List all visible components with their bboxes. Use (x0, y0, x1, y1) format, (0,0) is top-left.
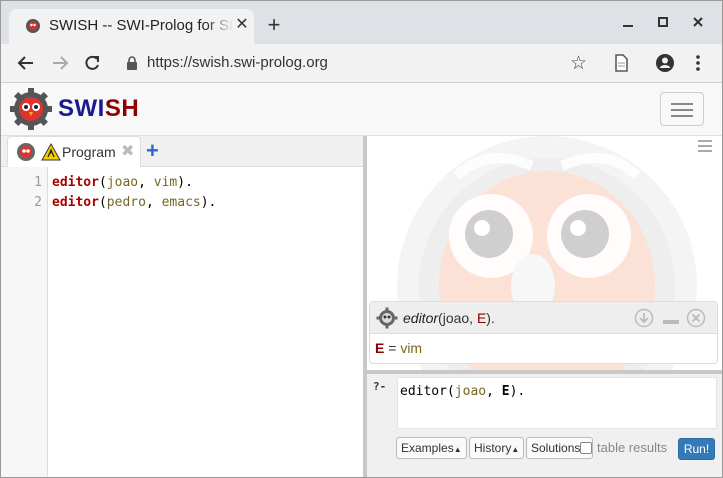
caret-up-icon: ▲ (511, 445, 520, 454)
editor-tabbar: Program ✖ + (1, 136, 363, 167)
brand-swi: SWI (58, 95, 105, 122)
answer-header: editor(joao, E). (370, 302, 717, 334)
query-editor[interactable]: editor(joao, E). (397, 377, 717, 429)
swish-logo-icon[interactable] (9, 87, 53, 131)
brand-sh: SH (104, 95, 140, 122)
code-punct: , (145, 195, 162, 210)
query-atom: joao (454, 384, 487, 399)
forward-arrow-icon[interactable] (49, 52, 71, 74)
code-punct: , (138, 175, 154, 190)
account-icon[interactable] (654, 52, 676, 74)
back-arrow-icon[interactable] (15, 52, 37, 74)
code-punct: ). (177, 175, 193, 190)
tab-program-label: Program (62, 144, 116, 160)
results-menu-icon[interactable] (698, 140, 712, 154)
maximize-icon[interactable] (652, 11, 674, 33)
swish-brand[interactable]: SWISH (58, 95, 139, 123)
swish-navbar: SWISH (1, 83, 722, 136)
code-atom: joao (106, 175, 139, 190)
browser-tabstrip: SWISH -- SWI-Prolog for SHaring ✕ + (1, 1, 722, 44)
add-tab-button[interactable]: + (146, 139, 159, 163)
line-number: 2 (34, 195, 42, 210)
code-predicate: editor (52, 195, 99, 210)
binding-value: vim (400, 340, 423, 356)
answer-binding: E = vim (375, 340, 422, 356)
caret-up-icon: ▲ (453, 445, 462, 454)
line-number: 1 (34, 175, 42, 190)
minimize-icon[interactable] (617, 11, 639, 33)
browser-window: SWISH -- SWI-Prolog for SHaring ✕ + http… (0, 0, 723, 478)
history-button[interactable]: History▲ (469, 437, 525, 459)
query-punct: ( (446, 384, 455, 399)
window-close-icon[interactable] (687, 11, 709, 33)
answer-query-punct: , (469, 310, 477, 326)
query-punct: , (486, 384, 502, 399)
code-atom: vim (153, 175, 178, 190)
binding-var: E (375, 340, 385, 356)
results-pane: editor(joao, E). E = vim ?- editor(joao,… (367, 136, 722, 477)
query-prompt: ?- (373, 380, 387, 393)
swish-owl-icon (17, 143, 35, 161)
solutions-label: Solutions (531, 441, 581, 455)
code-punct: ( (98, 175, 107, 190)
code-line[interactable]: editor(joao, vim). (52, 175, 193, 190)
query-text: editor(joao, E). (400, 384, 525, 399)
answer-panel: editor(joao, E). E = vim (369, 301, 718, 364)
tab-title: SWISH -- SWI-Prolog for SHaring (49, 17, 233, 34)
query-punct: ). (509, 384, 526, 399)
answer-query-var: E (476, 310, 487, 326)
close-answer-icon[interactable] (686, 308, 706, 328)
tab-program-close-icon[interactable]: ✖ (121, 141, 134, 161)
binding-eq: = (384, 340, 401, 356)
history-label: History (474, 441, 512, 455)
warning-lambda-icon (41, 142, 61, 161)
examples-label: Examples (401, 441, 454, 455)
reader-mode-icon[interactable] (610, 52, 632, 74)
new-tab-button[interactable]: + (263, 14, 285, 36)
table-results-checkbox[interactable] (580, 442, 592, 454)
code-atom: pedro (106, 195, 146, 210)
navbar-toggle-button[interactable] (660, 92, 704, 126)
address-bar[interactable]: https://swish.swi-prolog.org ☆ (114, 48, 599, 78)
query-var: E (501, 384, 510, 399)
gear-icon (376, 307, 398, 329)
answer-query: editor(joao, E). (403, 310, 495, 326)
code-punct: ( (98, 195, 107, 210)
tab-program[interactable]: Program ✖ (7, 136, 141, 167)
browser-toolbar: https://swish.swi-prolog.org ☆ (1, 44, 722, 83)
query-area: ?- editor(joao, E). Examples▲ History▲ S… (367, 374, 722, 477)
lock-icon (127, 56, 137, 70)
query-pred: editor (400, 384, 447, 399)
program-editor-pane: Program ✖ + 1 2 editor(joao, vim). edito… (1, 136, 363, 477)
code-punct: ). (200, 195, 217, 210)
swish-favicon-icon (26, 19, 40, 33)
download-icon[interactable] (634, 308, 654, 328)
tab-close-icon[interactable]: ✕ (233, 15, 251, 35)
examples-button[interactable]: Examples▲ (396, 437, 467, 459)
table-results-label: table results (597, 440, 668, 455)
code-predicate: editor (52, 175, 99, 190)
answer-query-punct: ). (486, 310, 495, 326)
run-button[interactable]: Run! (678, 438, 715, 460)
reload-icon[interactable] (81, 52, 103, 74)
code-atom: emacs (161, 195, 201, 210)
answer-query-atom: joao (442, 310, 470, 326)
browser-menu-icon[interactable] (687, 52, 709, 74)
minimize-answer-icon[interactable] (661, 308, 681, 328)
code-line[interactable]: editor(pedro, emacs). (52, 195, 216, 210)
line-number-gutter: 1 2 (1, 167, 48, 477)
url-text: https://swish.swi-prolog.org (147, 54, 328, 71)
answer-query-pred: editor (403, 310, 439, 326)
bookmark-star-icon[interactable]: ☆ (570, 52, 587, 75)
browser-tab[interactable]: SWISH -- SWI-Prolog for SHaring ✕ (9, 9, 254, 44)
